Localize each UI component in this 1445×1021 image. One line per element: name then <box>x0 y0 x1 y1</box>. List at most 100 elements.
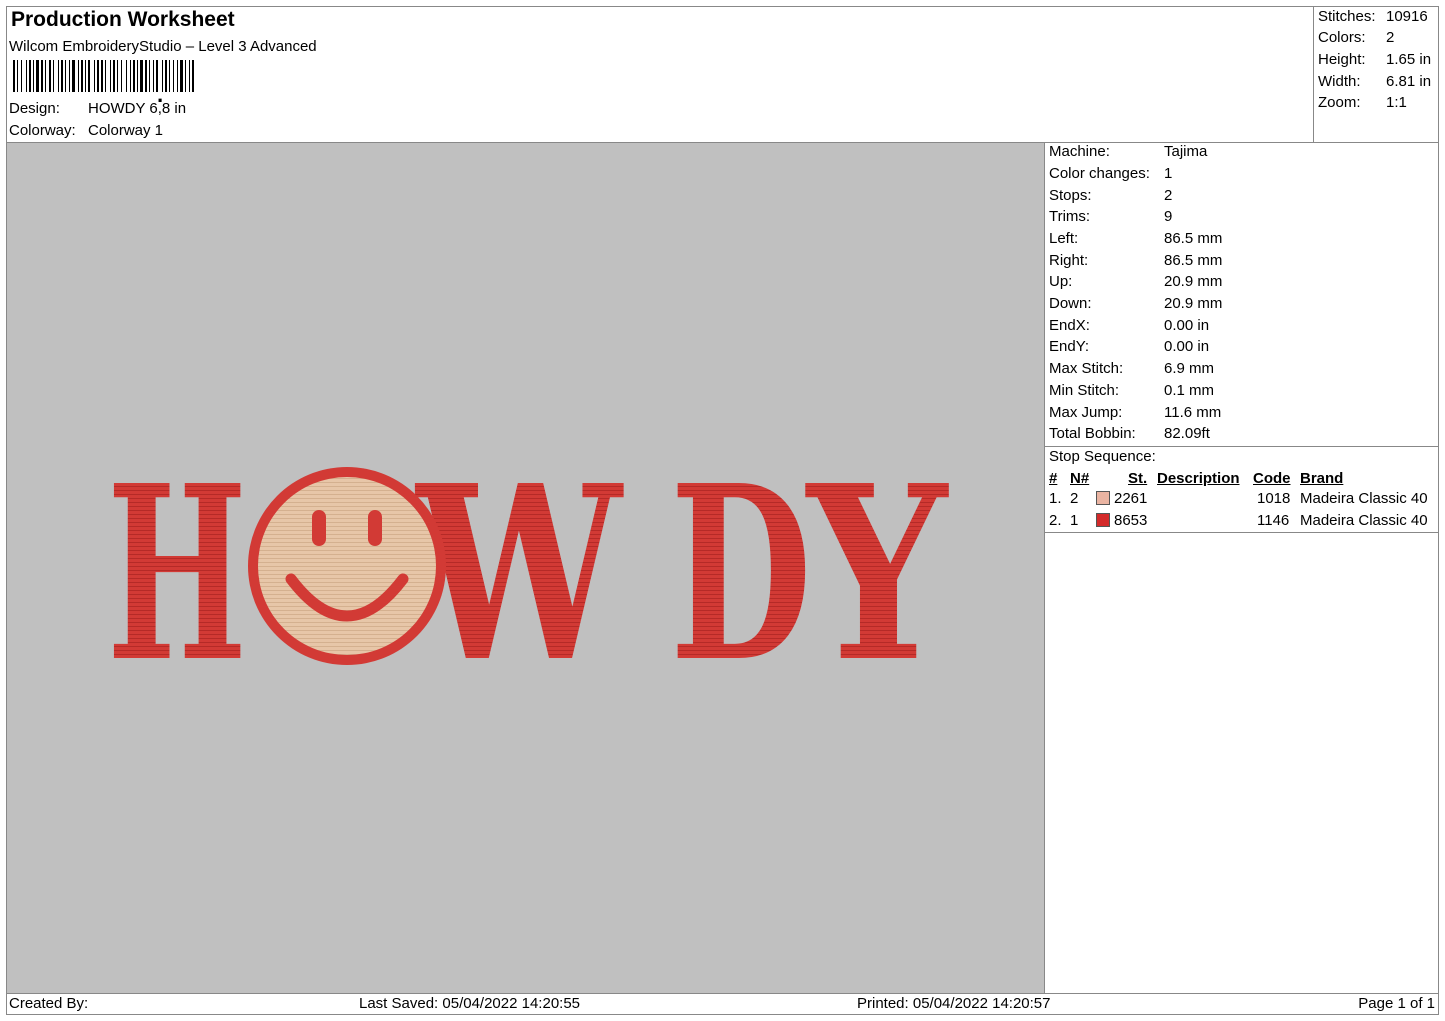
embroidery-design: H W D Y <box>107 433 949 715</box>
max-jump-row: Max Jump: 11.6 mm <box>1049 404 1221 421</box>
machine-label: Machine: <box>1049 143 1110 160</box>
trims-value: 9 <box>1164 208 1173 225</box>
barcode: , <box>13 60 194 102</box>
up-value: 20.9 mm <box>1164 273 1223 290</box>
endx-value: 0.00 in <box>1164 317 1210 334</box>
max-stitch-row: Max Stitch: 6.9 mm <box>1049 360 1214 377</box>
design-label: Design: <box>9 100 60 117</box>
total-bobbin-value: 82.09ft <box>1164 425 1210 442</box>
stops-row: Stops: 2 <box>1049 187 1172 204</box>
colorway-row: Colorway: Colorway 1 <box>9 122 163 139</box>
worksheet-header: Production Worksheet Wilcom EmbroiderySt… <box>6 6 1314 143</box>
stitches-row: Stitches: 10916 <box>1318 8 1428 25</box>
col-brand-header: Brand <box>1300 470 1344 487</box>
row-2-num: 2. <box>1049 512 1062 529</box>
row-2-stitches: 8653 <box>1114 512 1148 529</box>
smiley-right-eye <box>368 510 382 546</box>
height-label: Height: <box>1318 51 1366 68</box>
left-value: 86.5 mm <box>1164 230 1223 247</box>
right-label: Right: <box>1049 252 1089 269</box>
left-label: Left: <box>1049 230 1079 247</box>
row-1-brand: Madeira Classic 40 <box>1300 490 1428 507</box>
smiley-face <box>248 467 446 665</box>
row-1-color-swatch <box>1096 491 1110 505</box>
zoom-row: Zoom: 1:1 <box>1318 94 1407 111</box>
created-by: Created By: <box>9 995 89 1012</box>
software-name: Wilcom EmbroideryStudio – Level 3 Advanc… <box>9 38 317 55</box>
row-2-color-swatch <box>1096 513 1110 527</box>
height-value: 1.65 in <box>1386 51 1432 68</box>
right-row: Right: 86.5 mm <box>1049 252 1222 269</box>
machine-info-panel: Machine: Tajima Color changes: 1 Stops: 2 T… <box>1045 143 1439 993</box>
row-1-code: 1018 <box>1257 490 1291 507</box>
row-1-stitches: 2261 <box>1114 490 1148 507</box>
endx-row: EndX: 0.00 in <box>1049 317 1209 334</box>
stitches-value: 10916 <box>1386 8 1428 25</box>
smiley-fill <box>258 477 436 655</box>
min-stitch-label: Min Stitch: <box>1049 382 1120 399</box>
last-saved: Last Saved: 05/04/2022 14:20:55 <box>359 995 581 1012</box>
design-value: HOWDY 6,8 in <box>88 100 187 117</box>
color-changes-value: 1 <box>1164 165 1173 182</box>
stops-label: Stops: <box>1049 187 1092 204</box>
down-label: Down: <box>1049 295 1092 312</box>
min-stitch-value: 0.1 mm <box>1164 382 1215 399</box>
svg-text:,: , <box>157 82 163 102</box>
col-needle-header: N# <box>1070 470 1090 487</box>
max-jump-label: Max Jump: <box>1049 404 1123 421</box>
section-divider <box>1045 446 1439 447</box>
stats-panel: Stitches: 10916 Colors: 2 Height: 1.65 in W… <box>1314 6 1439 143</box>
left-row: Left: 86.5 mm <box>1049 230 1222 247</box>
max-stitch-label: Max Stitch: <box>1049 360 1124 377</box>
color-changes-row: Color changes: 1 <box>1049 165 1172 182</box>
sequence-divider <box>1045 532 1439 533</box>
width-row: Width: 6.81 in <box>1318 73 1431 90</box>
max-stitch-value: 6.9 mm <box>1164 360 1215 377</box>
embroidery-letters: H W D Y <box>107 433 949 715</box>
trims-row: Trims: 9 <box>1049 208 1172 225</box>
width-label: Width: <box>1318 73 1361 90</box>
colorway-value: Colorway 1 <box>88 122 164 139</box>
down-row: Down: 20.9 mm <box>1049 295 1222 312</box>
col-description-header: Description <box>1157 470 1240 487</box>
col-stitches-header: St. <box>1128 470 1148 487</box>
trims-label: Trims: <box>1049 208 1091 225</box>
height-row: Height: 1.65 in <box>1318 51 1431 68</box>
letter-w: W <box>414 433 624 715</box>
total-bobbin-label: Total Bobbin: <box>1049 425 1136 442</box>
width-value: 6.81 in <box>1386 73 1432 90</box>
max-jump-value: 11.6 mm <box>1164 404 1222 421</box>
stop-sequence-title: Stop Sequence: <box>1049 448 1156 465</box>
endx-label: EndX: <box>1049 317 1090 334</box>
col-code-header: Code <box>1253 470 1291 487</box>
row-1-num: 1. <box>1049 490 1062 507</box>
row-2-code: 1146 <box>1257 512 1290 529</box>
total-bobbin-row: Total Bobbin: 82.09ft <box>1049 425 1210 442</box>
design-row: Design: HOWDY 6,8 in <box>9 100 186 117</box>
letter-d: D <box>670 433 812 715</box>
row-2-needle: 1 <box>1070 512 1079 529</box>
page-number: Page 1 of 1 <box>1358 995 1435 1012</box>
page-title: Production Worksheet <box>11 8 235 31</box>
stitches-label: Stitches: <box>1318 8 1376 25</box>
zoom-value: 1:1 <box>1386 94 1407 111</box>
machine-row: Machine: Tajima <box>1049 143 1207 160</box>
down-value: 20.9 mm <box>1164 295 1223 312</box>
endy-row: EndY: 0.00 in <box>1049 338 1209 355</box>
row-2-brand: Madeira Classic 40 <box>1300 512 1428 529</box>
colors-value: 2 <box>1386 29 1395 46</box>
design-preview: H W D Y <box>7 143 1045 993</box>
endy-label: EndY: <box>1049 338 1090 355</box>
endy-value: 0.00 in <box>1164 338 1210 355</box>
colors-label: Colors: <box>1318 29 1366 46</box>
letter-h: H <box>107 433 247 715</box>
up-row: Up: 20.9 mm <box>1049 273 1222 290</box>
colors-row: Colors: 2 <box>1318 29 1394 46</box>
color-changes-label: Color changes: <box>1049 165 1150 182</box>
up-label: Up: <box>1049 273 1073 290</box>
printed-date: Printed: 05/04/2022 14:20:57 <box>857 995 1051 1012</box>
smiley-left-eye <box>312 510 326 546</box>
machine-value: Tajima <box>1164 143 1208 160</box>
colorway-label: Colorway: <box>9 122 76 139</box>
stops-value: 2 <box>1164 187 1173 204</box>
